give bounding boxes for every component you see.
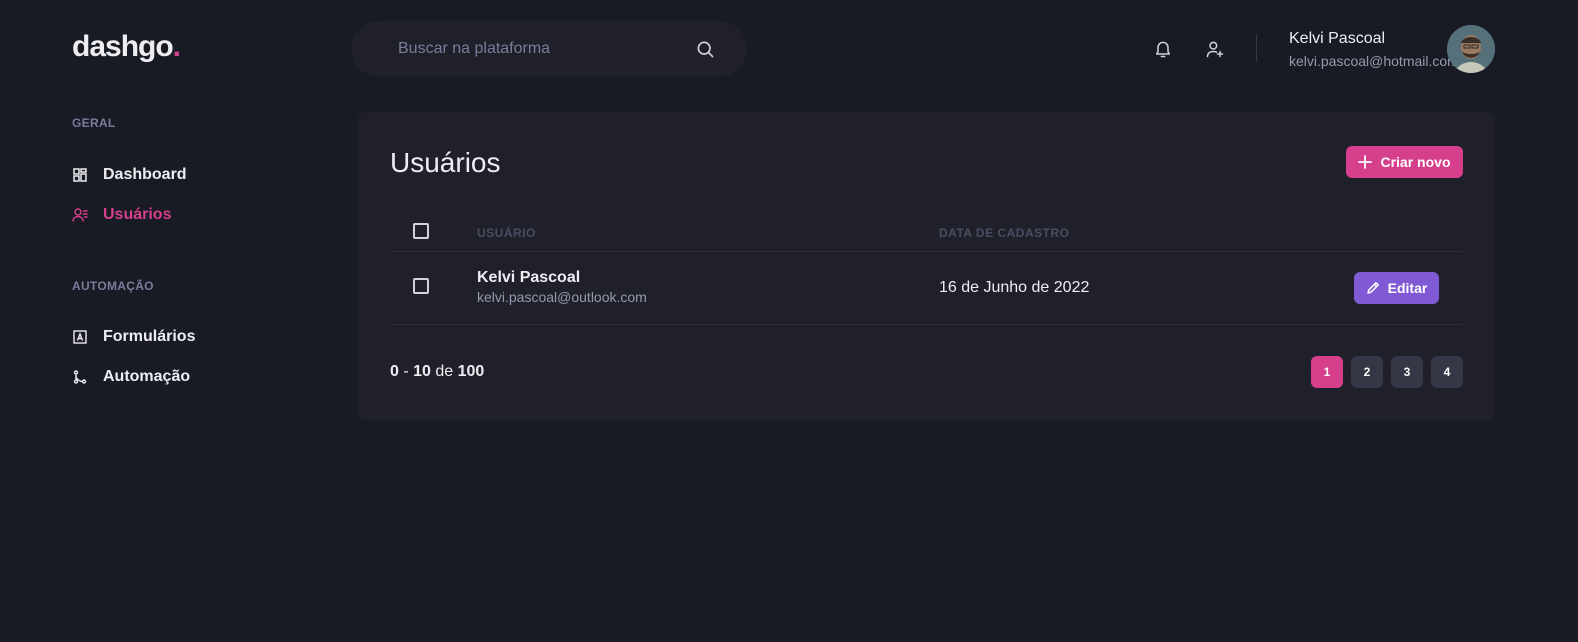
pagination-start: 0 [390, 363, 399, 380]
page-title: Usuários [390, 147, 501, 178]
pagination-of: de [430, 363, 458, 380]
profile-email: kelvi.pascoal@hotmail.com [1289, 53, 1459, 69]
table-divider [390, 324, 1463, 325]
user-name: Kelvi Pascoal [477, 269, 581, 286]
column-header-date: DATA DE CADASTRO [939, 226, 1070, 240]
pagination-total: 100 [457, 363, 485, 380]
sidebar-item-label: Usuários [103, 206, 172, 223]
page-button-1[interactable]: 1 [1311, 356, 1343, 388]
logo[interactable]: dashgo. [72, 30, 181, 64]
profile-name: Kelvi Pascoal [1289, 30, 1386, 47]
create-new-button[interactable]: Criar novo [1346, 146, 1463, 178]
edit-label: Editar [1387, 280, 1428, 296]
sidebar-section-automacao: AUTOMAÇÃO [72, 279, 154, 293]
user-registration-date: 16 de Junho de 2022 [939, 279, 1090, 296]
add-user-icon[interactable] [1204, 38, 1226, 60]
sidebar-item-label: Formulários [103, 328, 196, 345]
table-divider [390, 251, 1463, 252]
user-email: kelvi.pascoal@outlook.com [477, 289, 647, 305]
users-icon [72, 207, 88, 223]
sidebar-item-users[interactable]: Usuários [72, 206, 171, 224]
users-card: Usuários Criar novo USUÁRIO DATA DE CADA… [358, 112, 1495, 421]
pagination: 1 2 3 4 [1311, 356, 1463, 388]
search-icon[interactable] [695, 39, 715, 59]
row-checkbox[interactable] [413, 278, 429, 294]
pencil-icon [1366, 281, 1380, 295]
sidebar-item-automation[interactable]: Automação [72, 368, 190, 386]
header-divider [1256, 34, 1257, 62]
edit-button[interactable]: Editar [1354, 272, 1439, 304]
page-button-3[interactable]: 3 [1391, 356, 1423, 388]
form-icon [72, 329, 88, 345]
plus-icon [1358, 155, 1373, 169]
dashboard-icon [72, 167, 88, 183]
sidebar-item-label: Automação [103, 368, 191, 385]
sidebar-section-geral: GERAL [72, 116, 116, 130]
pagination-end: 10 [413, 363, 431, 380]
sidebar-item-label: Dashboard [103, 166, 187, 183]
avatar[interactable] [1447, 25, 1495, 73]
sidebar-item-dashboard[interactable]: Dashboard [72, 166, 187, 184]
pagination-info: 0 - 10 de 100 [390, 363, 484, 381]
pagination-sep: - [398, 363, 414, 380]
create-new-label: Criar novo [1380, 154, 1451, 170]
sidebar-item-forms[interactable]: Formulários [72, 328, 195, 346]
page-button-2[interactable]: 2 [1351, 356, 1383, 388]
page-button-4[interactable]: 4 [1431, 356, 1463, 388]
logo-text: dashgo [72, 30, 174, 63]
column-header-user: USUÁRIO [477, 226, 536, 240]
git-merge-icon [72, 369, 88, 385]
logo-dot: . [172, 30, 181, 63]
bell-icon[interactable] [1152, 38, 1174, 60]
select-all-checkbox[interactable] [413, 223, 429, 239]
search-input[interactable] [398, 40, 695, 58]
search-bar[interactable] [351, 21, 747, 77]
